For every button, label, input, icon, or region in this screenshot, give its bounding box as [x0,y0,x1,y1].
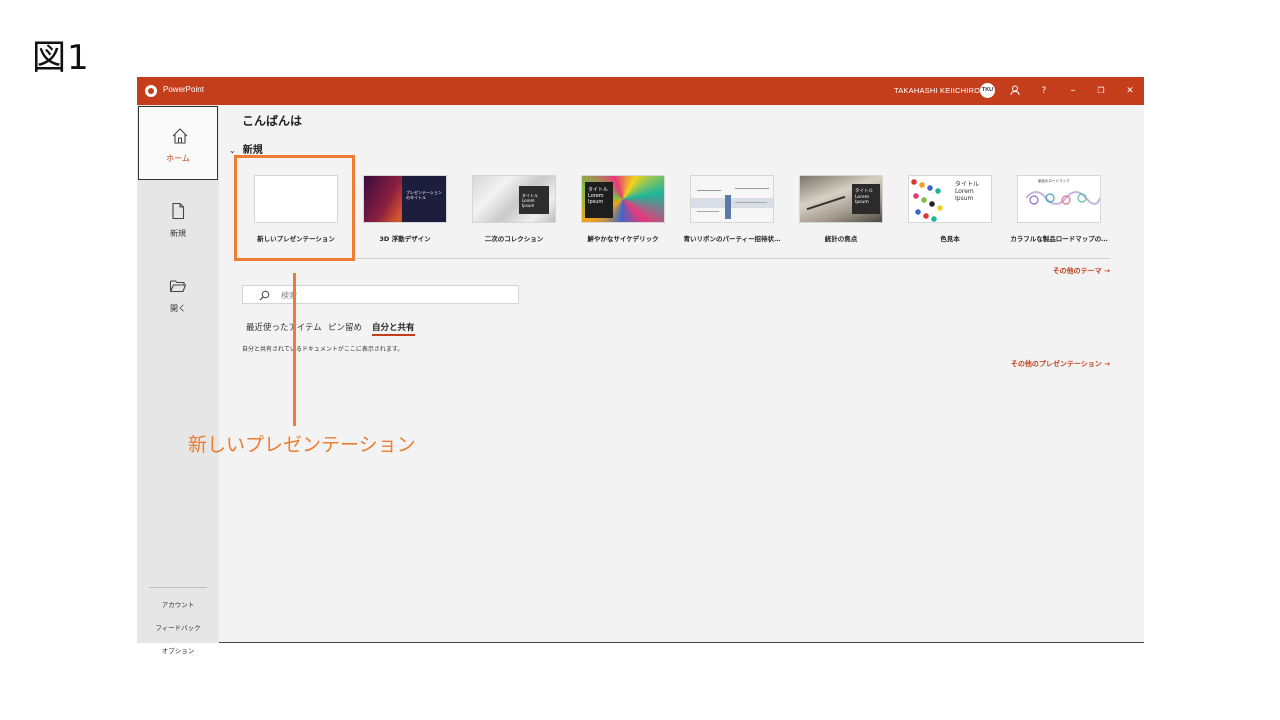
template-thumbnail: タイトル Lorem Ipsum [472,175,556,223]
template-name: 3D 浮動デザイン [379,235,431,243]
highlight-box [234,155,355,261]
template-name: 統計の焦点 [824,235,858,243]
app-name: PowerPoint [163,85,204,94]
greeting: こんばんは [242,114,303,128]
annotation-arrow [293,273,296,426]
sidebar-item-label: ホーム [166,154,190,163]
sidebar-item-label: 新規 [170,229,186,238]
options-link[interactable]: オプション [137,645,219,655]
help-button[interactable]: ? [1035,82,1053,100]
sidebar-item-home[interactable]: ホーム [138,106,218,180]
template-name: 青いリボンのパーティー招待状… [683,235,781,243]
figure-label: 図1 [32,38,90,78]
tab-shared-with-me[interactable]: 自分と共有 [372,321,415,336]
template-color-swatch[interactable]: タイトル Lorem Ipsum 色見本 [908,175,992,243]
annotation-callout: 新しいプレゼンテーション [188,434,416,456]
thumb-text: タイトル Lorem Ipsum [588,187,609,205]
template-colorful-roadmap[interactable]: 製品のロードマップ カラフルな製品ロードマップの… [1010,175,1108,243]
thumb-text: タイトル Lorem Ipsum [855,189,873,205]
close-button[interactable]: ✕ [1121,82,1139,100]
account-link[interactable]: アカウント [137,599,219,609]
search-icon [259,290,270,301]
template-thumbnail: プレゼンテーションのタイトル [363,175,447,223]
new-section-header[interactable]: ⌄ 新規 [229,141,263,156]
template-blue-ribbon-invitation[interactable]: 青いリボンのパーティー招待状… [683,175,781,243]
feedback-person-icon[interactable] [1006,82,1024,100]
sidebar: ホーム 新規 開く アカウント フィードバック オプション [137,105,219,655]
sidebar-item-open[interactable]: 開く [137,257,219,331]
home-icon [172,128,188,144]
template-name: 二次のコレクション [484,235,544,243]
tab-pinned[interactable]: ピン留め [328,321,362,333]
template-name: カラフルな製品ロードマップの… [1010,235,1108,243]
thumb-text: プレゼンテーションのタイトル [406,190,442,200]
template-name: 色見本 [940,235,960,243]
sidebar-item-new[interactable]: 新規 [137,182,219,256]
empty-message: 自分と共有されているドキュメントがここに表示されます。 [242,346,404,353]
chevron-down-icon: ⌄ [229,146,236,155]
template-vivid-psychedelic[interactable]: タイトル Lorem Ipsum 鮮やかなサイケデリック [581,175,665,243]
main-content: こんばんは ⌄ 新規 新しいプレゼンテーション プレゼンテーションのタイトル 3D… [219,105,1144,643]
user-name[interactable]: TAKAHASHI KEIICHIRO [894,86,980,95]
feedback-link[interactable]: フィードバック [137,622,219,632]
template-thumbnail [690,175,774,223]
minimize-button[interactable]: – [1064,82,1082,100]
template-name: 鮮やかなサイケデリック [587,235,659,243]
templates-divider [240,258,1110,259]
template-thumbnail: 製品のロードマップ [1017,175,1101,223]
restore-button[interactable]: ❐ [1092,82,1110,100]
title-bar: PowerPoint TAKAHASHI KEIICHIRO TKU ? – ❐… [137,77,1144,105]
sidebar-item-label: 開く [170,304,186,313]
avatar[interactable]: TKU [980,83,995,98]
thumb-text: タイトル Lorem Ipsum [522,193,538,208]
template-thumbnail: タイトル Lorem Ipsum [799,175,883,223]
template-thumbnail: タイトル Lorem Ipsum [908,175,992,223]
thumb-text: タイトル Lorem Ipsum [955,181,980,202]
sidebar-divider [149,587,207,588]
template-quadratic-collection[interactable]: タイトル Lorem Ipsum 二次のコレクション [472,175,556,243]
powerpoint-logo-icon [145,85,157,97]
more-presentations-link[interactable]: その他のプレゼンテーション → [1011,359,1110,369]
template-thumbnail: タイトル Lorem Ipsum [581,175,665,223]
tab-recent[interactable]: 最近使ったアイテム [246,321,322,333]
template-statistics-focus[interactable]: タイトル Lorem Ipsum 統計の焦点 [799,175,883,243]
folder-open-icon [169,280,187,293]
more-themes-link[interactable]: その他のテーマ → [1053,266,1110,276]
new-file-icon [172,202,185,220]
template-3d-floating[interactable]: プレゼンテーションのタイトル 3D 浮動デザイン [363,175,447,243]
search-input[interactable]: 検索 [242,285,519,304]
